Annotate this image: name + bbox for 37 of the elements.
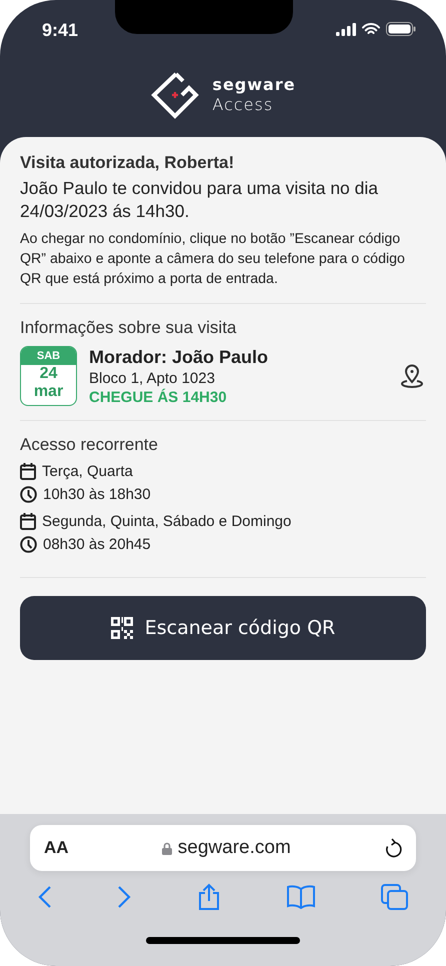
forward-icon[interactable] [117,885,132,909]
schedule-hours: 10h30 às 18h30 [43,486,151,503]
wifi-icon [362,22,380,36]
battery-icon [386,22,416,36]
arrival-time: CHEGUE ÁS 14H30 [89,388,228,406]
invite-text: João Paulo te convidou para uma visita no dia 24/03/2023 ás 14h30. [20,177,380,223]
url-text: segware.com [178,837,291,859]
lock-icon [162,842,172,854]
address-bar[interactable]: AA segware.com [30,825,416,871]
brand-name: segware [212,75,296,95]
share-icon[interactable] [196,883,220,911]
signal-icon [336,22,356,36]
book-icon[interactable] [286,885,316,909]
resident-name: Morador: João Paulo [89,346,270,368]
back-icon[interactable] [38,885,52,909]
section-heading: Informações sobre sua visita [20,318,238,338]
instructions-text: Ao chegar no condomínio, clique no botão ”Escanear código QR” abaixo e aponte a câmera do seu telefone para o código QR que está próximo a porta de entrada. [20,230,406,289]
status-time: 9:41 [42,20,80,41]
calendar-icon [20,463,36,480]
schedule-days: Terça, Quarta [42,463,133,480]
section-heading: Acesso recorrente [20,435,159,455]
schedule-hours: 08h30 às 20h45 [43,536,151,553]
schedule-days: Segunda, Quinta, Sábado e Domingo [42,513,292,530]
text-size-button[interactable]: AA [44,838,69,858]
calendar-icon [20,513,36,530]
reload-icon[interactable] [384,838,402,858]
date-badge: SAB 24 mar [20,346,77,406]
greeting-title: Visita autorizada, Roberta! [20,153,236,173]
scan-qr-button[interactable]: Escanear código QR [20,596,426,660]
product-name: Access [212,95,274,115]
location-pin-icon[interactable] [400,363,424,389]
logo-icon [150,70,200,120]
unit-text: Bloco 1, Apto 1023 [89,370,216,386]
clock-icon [20,536,37,553]
qr-code-icon [110,617,133,639]
tabs-icon[interactable] [381,884,408,910]
clock-icon [20,486,37,503]
